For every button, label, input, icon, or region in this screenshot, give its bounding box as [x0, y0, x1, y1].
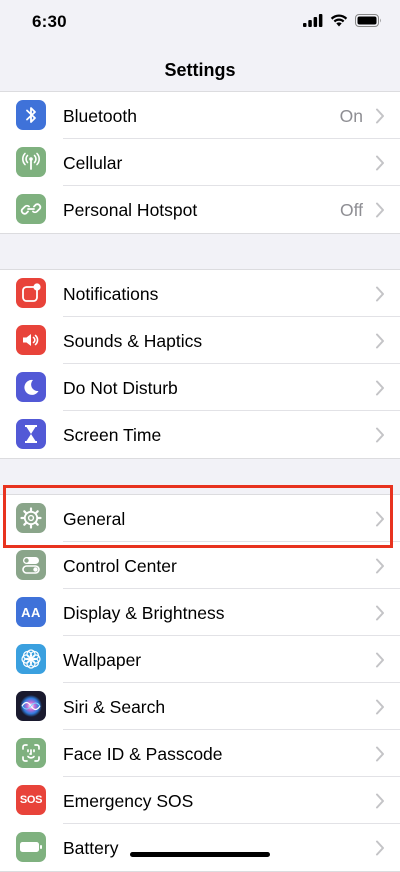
sos-icon-glyph: SOS	[19, 794, 43, 806]
settings-row-label: Battery	[63, 838, 119, 858]
status-time: 6:30	[32, 12, 67, 31]
settings-row-control-center[interactable]: Control Center	[0, 542, 400, 589]
settings-row-siri-search[interactable]: Siri & Search	[0, 683, 400, 730]
chevron-right-icon	[376, 605, 384, 621]
link-icon	[16, 194, 46, 224]
settings-row-label: Personal Hotspot	[63, 200, 198, 220]
chevron-right-icon	[376, 155, 384, 171]
notification-icon	[16, 278, 46, 308]
settings-row-cellular[interactable]: Cellular	[0, 139, 400, 186]
status-bar: 6:30	[0, 0, 400, 48]
chevron-right-icon	[376, 558, 384, 574]
chevron-right-icon	[376, 511, 384, 527]
settings-row-label: Face ID & Passcode	[63, 744, 223, 764]
sos-icon: SOS	[16, 785, 46, 815]
chevron-right-icon	[376, 108, 384, 124]
speaker-icon	[16, 325, 46, 355]
settings-row-notifications[interactable]: Notifications	[0, 270, 400, 317]
settings-group-notifications: Notifications Sounds & Haptics Do Not Di…	[0, 269, 400, 459]
settings-row-battery[interactable]: Battery	[0, 824, 400, 871]
chevron-right-icon	[376, 380, 384, 396]
chevron-right-icon	[376, 427, 384, 443]
chevron-right-icon	[376, 699, 384, 715]
hourglass-icon	[16, 419, 46, 449]
settings-row-label: Sounds & Haptics	[63, 331, 203, 351]
toggles-icon	[16, 550, 46, 580]
settings-row-label: Wallpaper	[63, 650, 142, 670]
settings-row-value: On	[339, 106, 363, 126]
chevron-right-icon	[376, 652, 384, 668]
wifi-icon	[330, 14, 348, 27]
settings-row-bluetooth[interactable]: Bluetooth On	[0, 92, 400, 139]
status-icons	[303, 14, 382, 27]
settings-row-label: Display & Brightness	[63, 603, 225, 623]
settings-row-value: Off	[339, 200, 363, 220]
cellular-signal-icon	[303, 14, 323, 27]
settings-row-label: Notifications	[63, 284, 159, 304]
gear-icon	[16, 503, 46, 533]
page-title: Settings	[164, 60, 236, 80]
siri-icon	[16, 691, 46, 721]
settings-row-do-not-disturb[interactable]: Do Not Disturb	[0, 364, 400, 411]
face-id-icon	[16, 738, 46, 768]
text-size-icon: AA	[16, 597, 46, 627]
settings-row-general[interactable]: General	[0, 495, 400, 542]
settings-row-label: Cellular	[63, 153, 123, 173]
moon-icon	[16, 372, 46, 402]
chevron-right-icon	[376, 286, 384, 302]
settings-row-personal-hotspot[interactable]: Personal Hotspot Off	[0, 186, 400, 233]
battery-status-icon	[355, 14, 381, 27]
settings-row-label: Siri & Search	[63, 697, 166, 717]
settings-row-face-id-passcode[interactable]: Face ID & Passcode	[0, 730, 400, 777]
settings-row-label: Screen Time	[63, 425, 162, 445]
settings-row-label: Do Not Disturb	[63, 378, 178, 398]
home-indicator[interactable]	[130, 852, 270, 857]
settings-row-emergency-sos[interactable]: SOS Emergency SOS	[0, 777, 400, 824]
settings-row-wallpaper[interactable]: Wallpaper	[0, 636, 400, 683]
flower-icon	[16, 644, 46, 674]
chevron-right-icon	[376, 202, 384, 218]
settings-row-display-brightness[interactable]: AA Display & Brightness	[0, 589, 400, 636]
battery-icon	[16, 832, 46, 862]
chevron-right-icon	[376, 793, 384, 809]
chevron-right-icon	[376, 840, 384, 856]
settings-row-sounds-haptics[interactable]: Sounds & Haptics	[0, 317, 400, 364]
settings-group-general: General Control Center AA Display & Brig…	[0, 494, 400, 872]
settings-row-label: Bluetooth	[63, 106, 137, 126]
settings-row-label: Control Center	[63, 556, 177, 576]
settings-row-label: General	[63, 509, 126, 529]
chevron-right-icon	[376, 333, 384, 349]
chevron-right-icon	[376, 746, 384, 762]
antenna-icon	[16, 147, 46, 177]
settings-row-label: Emergency SOS	[63, 791, 194, 811]
bluetooth-icon	[16, 100, 46, 130]
settings-group-connectivity: Bluetooth On Cellular Personal Hotspot O…	[0, 91, 400, 234]
text-size-icon-glyph: AA	[21, 604, 41, 620]
settings-row-screen-time[interactable]: Screen Time	[0, 411, 400, 458]
